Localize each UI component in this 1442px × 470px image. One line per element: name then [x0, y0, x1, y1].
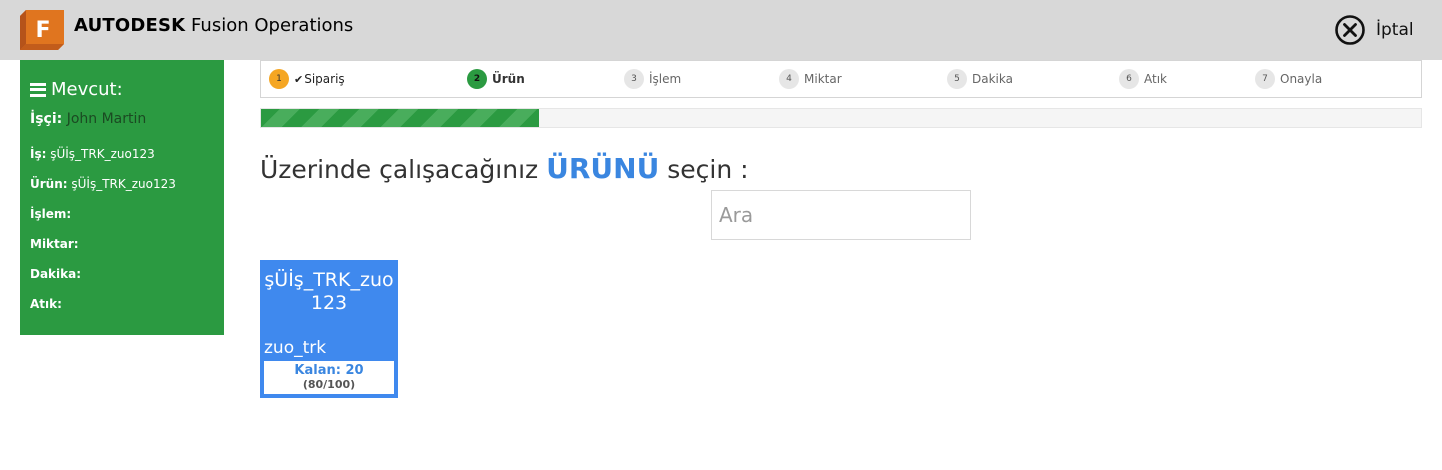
step-order[interactable]: 1 ✔ Sipariş	[269, 69, 345, 89]
step-product[interactable]: 2 Ürün	[467, 69, 525, 89]
cancel-button[interactable]: İptal	[1334, 14, 1414, 46]
step-number: 4	[779, 69, 799, 89]
app-title: AUTODESK Fusion Operations	[74, 15, 353, 36]
panel-title-text: Mevcut:	[51, 79, 123, 100]
info-label: İş:	[30, 147, 47, 161]
remaining-box: Kalan: 20 (80/100)	[264, 361, 394, 394]
fusion-logo-icon: F	[20, 10, 64, 50]
worker-value: John Martin	[66, 111, 147, 127]
prompt-text-after: seçin :	[659, 155, 749, 184]
info-value: şÜİş_TRK_zuo123	[50, 147, 155, 161]
info-row-waste: Atık:	[30, 297, 62, 311]
remaining-text: Kalan: 20	[294, 363, 364, 378]
step-number: 1	[269, 69, 289, 89]
step-number: 2	[467, 69, 487, 89]
step-confirm[interactable]: 7 Onayla	[1255, 69, 1322, 89]
step-quantity[interactable]: 4 Miktar	[779, 69, 842, 89]
panel-title: Mevcut:	[30, 79, 123, 100]
info-row-operation: İşlem:	[30, 207, 71, 221]
hamburger-icon	[30, 82, 46, 97]
info-row-job: İş: şÜİş_TRK_zuo123	[30, 147, 155, 161]
info-label: Miktar:	[30, 237, 79, 251]
step-label: Onayla	[1280, 72, 1323, 86]
brand-name: AUTODESK	[74, 15, 186, 36]
info-label: İşlem:	[30, 207, 72, 221]
info-row-product: Ürün: şÜİş_TRK_zuo123	[30, 177, 176, 191]
wizard-progress-bar	[260, 108, 1422, 128]
worker-label: İşçi:	[30, 111, 63, 127]
logo-letter: F	[35, 18, 50, 43]
step-waste[interactable]: 6 Atık	[1119, 69, 1167, 89]
worker-info: İşçi: John Martin	[30, 111, 146, 127]
check-icon: ✔	[294, 72, 304, 86]
step-label: Atık	[1144, 72, 1167, 86]
prompt-text-before: Üzerinde çalışacağınız	[260, 155, 547, 184]
step-number: 6	[1119, 69, 1139, 89]
wizard-steps: 1 ✔ Sipariş 2 Ürün 3 İşlem 4 Miktar 5 Da…	[260, 60, 1422, 98]
info-label: Atık:	[30, 297, 62, 311]
info-row-quantity: Miktar:	[30, 237, 79, 251]
step-minutes[interactable]: 5 Dakika	[947, 69, 1013, 89]
product-name: Fusion Operations	[185, 15, 354, 36]
info-row-minutes: Dakika:	[30, 267, 81, 281]
close-circle-icon	[1335, 15, 1365, 45]
current-info-panel: Mevcut: İşçi: John Martin İş: şÜİş_TRK_z…	[20, 60, 224, 335]
product-code: zuo_trk	[264, 338, 327, 358]
info-label: Ürün:	[30, 177, 68, 191]
step-label: Sipariş	[304, 72, 345, 86]
info-value: şÜİş_TRK_zuo123	[71, 177, 176, 191]
product-name: şÜİş_TRK_zuo123	[264, 269, 394, 314]
step-label: İşlem	[649, 72, 682, 86]
step-operation[interactable]: 3 İşlem	[624, 69, 681, 89]
info-label: Dakika:	[30, 267, 82, 281]
step-label: Miktar	[804, 72, 842, 86]
prompt-emphasis: ÜRÜNÜ	[546, 152, 660, 185]
product-card[interactable]: şÜİş_TRK_zuo123 zuo_trk Kalan: 20 (80/10…	[260, 260, 398, 398]
step-number: 7	[1255, 69, 1275, 89]
step-number: 3	[624, 69, 644, 89]
quantity-text: (80/100)	[302, 378, 356, 391]
step-label: Ürün	[492, 72, 525, 86]
search-input[interactable]	[711, 190, 971, 240]
app-header: F AUTODESK Fusion Operations İptal	[0, 0, 1442, 60]
cancel-label: İptal	[1376, 20, 1414, 40]
step-number: 5	[947, 69, 967, 89]
page-prompt: Üzerinde çalışacağınız ÜRÜNÜ seçin :	[260, 152, 749, 185]
progress-fill	[261, 109, 540, 127]
step-label: Dakika	[972, 72, 1013, 86]
